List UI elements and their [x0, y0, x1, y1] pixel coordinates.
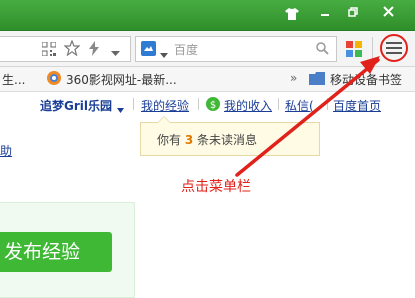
divider [133, 98, 134, 110]
dropdown-arrow-icon[interactable] [111, 46, 120, 60]
title-bar [0, 0, 415, 31]
close-icon[interactable] [377, 5, 399, 23]
unread-messages-tooltip[interactable]: 你有 3 条未读消息 [140, 116, 320, 156]
my-income-link[interactable]: 我的收入 [224, 97, 272, 114]
search-icon[interactable] [316, 42, 329, 58]
baidu-home-link[interactable]: 百度首页 [333, 97, 381, 114]
menu-icon[interactable] [385, 40, 403, 59]
username-dropdown-icon[interactable] [117, 102, 124, 116]
bookmark-item[interactable]: 360影视网址-最新... [66, 71, 177, 88]
side-link[interactable]: 助 [0, 142, 12, 159]
more-bookmarks-chevron[interactable]: » [290, 71, 297, 85]
page-content: 追梦Gril乐园 我的经验 $ 我的收入 私信( 百度首页 你有 3 条未读消息… [0, 92, 415, 298]
folder-icon [309, 72, 325, 88]
star-icon[interactable] [63, 39, 81, 59]
user-bar: 追梦Gril乐园 我的经验 $ 我的收入 私信( 百度首页 [0, 92, 415, 116]
divider [198, 98, 199, 110]
username-link[interactable]: 追梦Gril乐园 [40, 97, 112, 114]
bookmarks-bar: 生... 360影视网址-最新... » 移动设备书签 [0, 67, 415, 92]
svg-text:$: $ [210, 100, 216, 111]
tshirt-icon[interactable] [281, 5, 303, 23]
annotation-label: 点击菜单栏 [181, 179, 251, 195]
notice-prefix: 你有 [157, 133, 182, 147]
qr-code-icon[interactable] [41, 41, 57, 59]
search-engine-dropdown-icon[interactable] [160, 47, 168, 61]
search-box[interactable]: 百度 [135, 36, 337, 62]
apps-grid-icon[interactable] [346, 41, 362, 60]
my-experience-link[interactable]: 我的经验 [141, 97, 189, 114]
notice-text: 你有 3 条未读消息 [157, 131, 257, 148]
publish-experience-button[interactable]: 发布经验 [0, 232, 112, 272]
money-icon: $ [206, 97, 220, 114]
unread-count: 3 [184, 133, 194, 147]
lightning-icon[interactable] [88, 41, 100, 59]
navigation-toolbar: 百度 [0, 31, 415, 67]
divider [327, 98, 328, 110]
restore-icon[interactable] [342, 5, 364, 23]
notice-suffix: 条未读消息 [197, 133, 258, 147]
messages-link[interactable]: 私信( [285, 97, 314, 114]
toolbar-divider [372, 37, 373, 61]
address-bar[interactable] [0, 36, 131, 62]
divider [278, 98, 279, 110]
search-input[interactable]: 百度 [174, 41, 198, 58]
browser-360-icon [47, 71, 61, 88]
bookmark-item[interactable]: 生... [2, 71, 25, 88]
mobile-bookmarks[interactable]: 移动设备书签 [330, 71, 402, 88]
search-engine-icon[interactable] [141, 41, 156, 59]
minimize-icon[interactable] [314, 5, 336, 23]
